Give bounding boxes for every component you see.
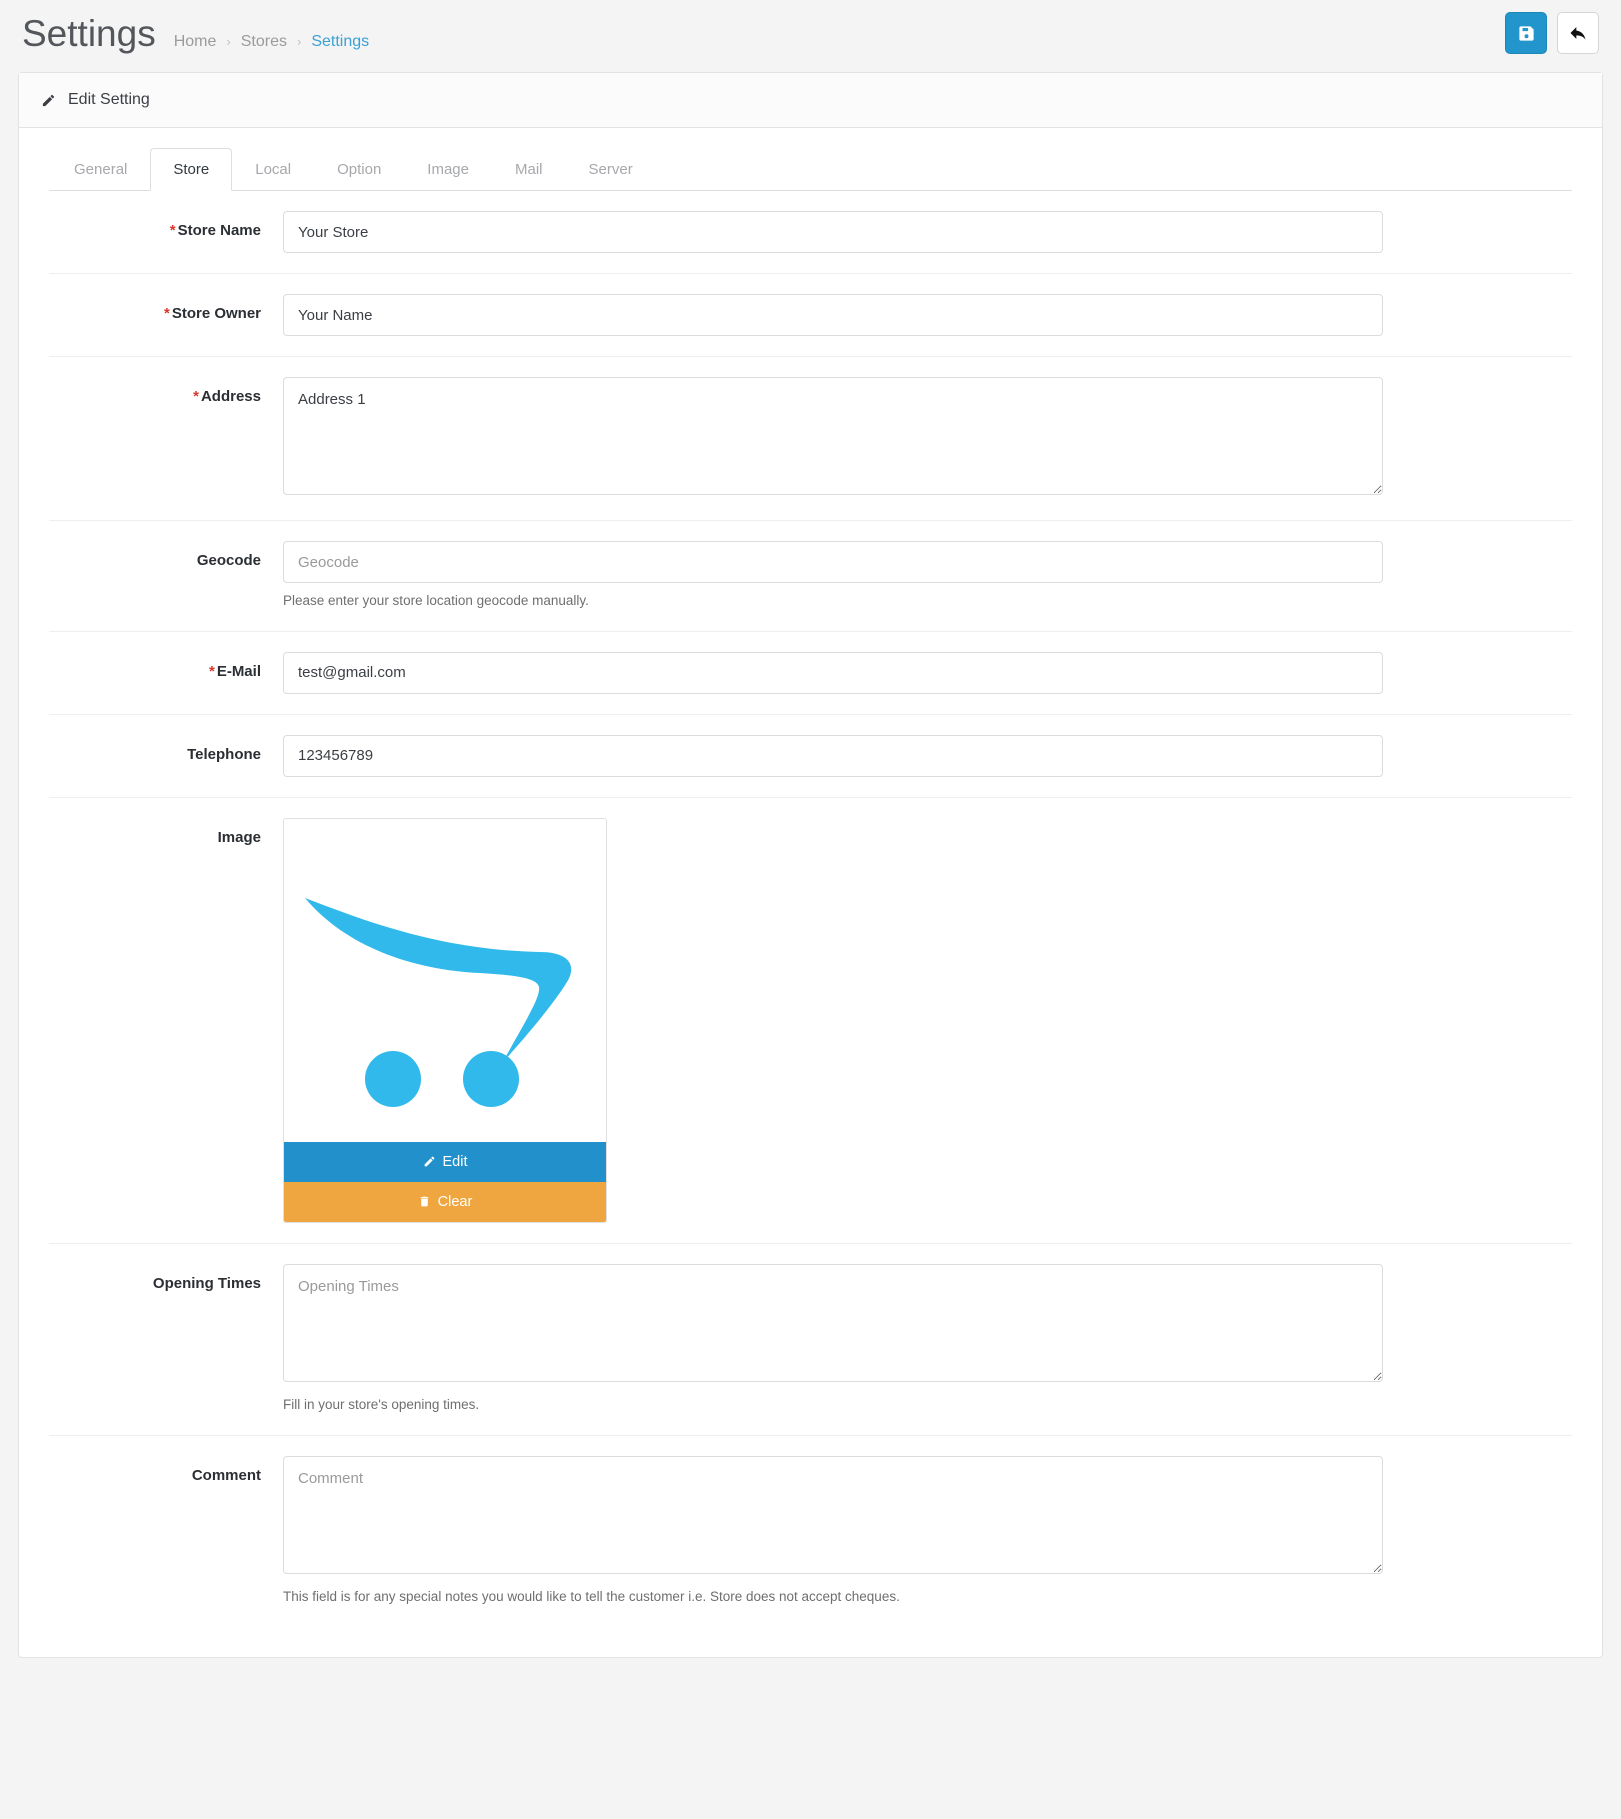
tab-mail[interactable]: Mail <box>492 148 566 191</box>
panel-body: General Store Local Option Image Mail Se… <box>19 128 1602 1657</box>
store-owner-input[interactable] <box>283 294 1383 336</box>
opening-times-textarea[interactable] <box>283 1263 1383 1382</box>
opening-times-help-text: Fill in your store's opening times. <box>283 1396 480 1412</box>
form-row-address: * Address Address 1 <box>49 357 1572 521</box>
panel-heading: Edit Setting <box>19 73 1602 128</box>
store-owner-label-text: Store Owner <box>171 305 261 322</box>
title-and-breadcrumb: Settings Home › Stores › Settings <box>22 15 369 52</box>
form-row-image: Image Edit Clear <box>49 798 1572 1244</box>
store-name-input[interactable] <box>283 211 1383 253</box>
required-asterisk: * <box>169 222 176 239</box>
store-logo-image[interactable] <box>284 818 606 1142</box>
image-field-wrap: Edit Clear <box>283 817 1383 1223</box>
telephone-input[interactable] <box>283 734 1383 777</box>
pencil-icon <box>423 1155 436 1168</box>
store-name-field-wrap <box>283 211 1383 253</box>
required-asterisk: * <box>208 662 215 680</box>
email-input[interactable] <box>283 651 1383 694</box>
form-row-comment: Comment This field is for any special no… <box>49 1436 1572 1627</box>
trash-icon <box>418 1195 431 1208</box>
tab-local[interactable]: Local <box>232 148 314 191</box>
opencart-cart-logo-icon <box>305 898 572 1108</box>
image-edit-button[interactable]: Edit <box>284 1141 606 1182</box>
settings-tabs: General Store Local Option Image Mail Se… <box>49 148 1572 191</box>
required-asterisk: * <box>193 388 199 405</box>
form-row-telephone: Telephone <box>49 715 1572 798</box>
form-row-email: * E-Mail <box>49 632 1572 715</box>
telephone-label: Telephone <box>187 745 261 763</box>
comment-textarea[interactable] <box>283 1455 1383 1574</box>
address-field-wrap: Address 1 <box>283 377 1383 500</box>
floppy-disk-icon <box>1517 24 1536 43</box>
breadcrumb: Home › Stores › Settings <box>174 33 369 51</box>
save-button[interactable] <box>1505 12 1547 54</box>
page-header: Settings Home › Stores › Settings <box>0 0 1621 72</box>
breadcrumb-separator-icon: › <box>296 34 302 49</box>
email-label: * E-Mail <box>49 652 283 682</box>
image-edit-label: Edit <box>442 1153 468 1170</box>
page-title: Settings <box>22 12 156 54</box>
breadcrumb-item-settings[interactable]: Settings <box>311 33 369 51</box>
back-button[interactable] <box>1557 12 1599 54</box>
store-owner-label: * Store Owner <box>49 294 283 324</box>
form-row-store-owner: * Store Owner <box>49 274 1572 357</box>
image-thumbnail: Edit Clear <box>283 817 607 1223</box>
store-name-label: * Store Name <box>49 211 283 241</box>
opening-times-label: Opening Times <box>152 1274 261 1292</box>
comment-help-text: This field is for any special notes you … <box>283 1588 900 1604</box>
comment-field-wrap: This field is for any special notes you … <box>283 1455 1383 1607</box>
email-field-wrap <box>283 651 1383 694</box>
geocode-field-wrap: Please enter your store location geocode… <box>283 541 1383 611</box>
required-asterisk: * <box>163 305 170 322</box>
breadcrumb-item-home[interactable]: Home <box>174 33 217 51</box>
tab-server[interactable]: Server <box>566 148 656 191</box>
address-label-text: Address <box>200 388 261 405</box>
address-label: * Address <box>49 377 283 407</box>
breadcrumb-item-stores[interactable]: Stores <box>241 33 287 51</box>
address-textarea[interactable]: Address 1 <box>283 377 1383 495</box>
tab-general[interactable]: General <box>51 148 150 191</box>
store-owner-field-wrap <box>283 294 1383 336</box>
edit-setting-panel: Edit Setting General Store Local Option … <box>18 72 1603 1658</box>
header-actions <box>1505 12 1599 54</box>
panel-heading-label: Edit Setting <box>68 91 150 108</box>
image-clear-button[interactable]: Clear <box>284 1181 606 1222</box>
pencil-icon <box>41 93 56 108</box>
tab-option[interactable]: Option <box>314 148 404 191</box>
tab-image[interactable]: Image <box>404 148 492 191</box>
form-row-geocode: Geocode Please enter your store location… <box>49 521 1572 632</box>
image-clear-label: Clear <box>437 1193 473 1210</box>
geocode-label: Geocode <box>196 552 261 569</box>
geocode-input[interactable] <box>283 541 1383 583</box>
comment-label: Comment <box>191 1466 261 1484</box>
breadcrumb-separator-icon: › <box>226 34 231 49</box>
email-label-text: E-Mail <box>216 662 261 680</box>
reply-arrow-icon <box>1568 23 1588 43</box>
telephone-field-wrap <box>283 734 1383 777</box>
store-name-label-text: Store Name <box>177 222 261 239</box>
tab-store[interactable]: Store <box>150 148 233 191</box>
form-row-store-name: * Store Name <box>49 191 1572 274</box>
geocode-help-text: Please enter your store location geocode… <box>283 593 589 608</box>
image-label: Image <box>217 828 261 846</box>
opening-times-field-wrap: Fill in your store's opening times. <box>283 1263 1383 1415</box>
form-row-opening-times: Opening Times Fill in your store's openi… <box>49 1244 1572 1436</box>
